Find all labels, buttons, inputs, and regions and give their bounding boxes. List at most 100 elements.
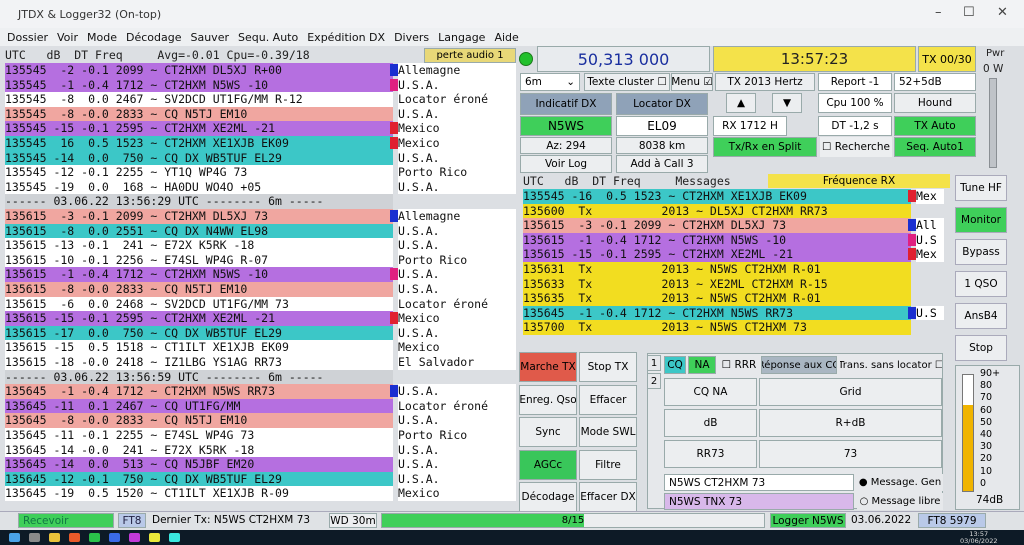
- logger-icon[interactable]: [169, 533, 180, 542]
- cq-na-button[interactable]: CQ NA: [664, 378, 757, 406]
- menu-expedition-dx[interactable]: Expédition DX: [307, 31, 385, 44]
- band-select[interactable]: 6m ⌄: [520, 73, 580, 91]
- one-qso-button[interactable]: 1 QSO: [955, 271, 1007, 297]
- decode-row[interactable]: 135545 -12 -0.1 2255 ~ YT1Q WP4G 73: [5, 165, 393, 180]
- tx-rx-split-button[interactable]: Tx/Rx en Split: [713, 137, 817, 157]
- message-libre-radio[interactable]: ○ Message libre: [857, 493, 943, 510]
- menu-checkbox[interactable]: Menu ☑: [671, 73, 713, 91]
- decode-row[interactable]: ------ 03.06.22 13:56:59 UTC -------- 6m…: [5, 369, 393, 385]
- cpu-spinbox[interactable]: Cpu 100 %: [818, 93, 892, 113]
- mode-swl-button[interactable]: Mode SWL: [579, 417, 637, 447]
- tune-hf-button[interactable]: Tune HF: [955, 175, 1007, 201]
- decode-row[interactable]: 135615 -17 0.0 750 ~ CQ DX WB5TUF EL29: [5, 325, 393, 341]
- jtdx-icon[interactable]: [149, 533, 160, 542]
- rx-message-row[interactable]: 135633 Tx 2013 ~ XE2ML CT2HXM R-15: [523, 276, 911, 292]
- filtre-button[interactable]: Filtre: [579, 449, 637, 480]
- hound-button[interactable]: Hound: [894, 93, 976, 113]
- app-icon[interactable]: [89, 533, 100, 542]
- decode-row[interactable]: 135645 -8 -0.0 2833 ~ CQ N5TJ EM10: [5, 413, 393, 428]
- rr73-button[interactable]: RR73: [664, 440, 757, 468]
- sync-button[interactable]: Sync: [519, 417, 577, 447]
- pwr-slider[interactable]: [989, 78, 997, 168]
- decode-row[interactable]: 135615 -3 -0.1 2099 ~ CT2HXM DL5XJ 73: [5, 209, 393, 224]
- report-spinbox[interactable]: Report -1: [818, 73, 892, 91]
- decode-row[interactable]: ------ 03.06.22 13:56:29 UTC -------- 6m…: [5, 194, 393, 209]
- marche-tx-button[interactable]: Marche TX: [519, 352, 577, 382]
- effacer-button[interactable]: Effacer: [579, 384, 637, 415]
- r-db-button[interactable]: R+dB: [759, 409, 942, 437]
- decodage-button[interactable]: Décodage: [519, 482, 577, 512]
- decode-row[interactable]: 135645 -12 -0.1 750 ~ CQ DX WB5TUF EL29: [5, 471, 393, 487]
- db-button[interactable]: dB: [664, 409, 757, 437]
- tab-1[interactable]: 1: [647, 355, 661, 371]
- stop-button[interactable]: Stop: [955, 335, 1007, 361]
- decode-row[interactable]: 135545 -8 -0.0 2833 ~ CQ N5TJ EM10: [5, 106, 393, 122]
- enreg-qso-button[interactable]: Enreg. Qso: [519, 384, 577, 415]
- message-gen-field[interactable]: N5WS CT2HXM 73: [664, 474, 854, 491]
- cq-region-field[interactable]: NA: [688, 356, 716, 374]
- message-libre-field[interactable]: N5WS TNX 73: [664, 493, 854, 510]
- menu-mode[interactable]: Mode: [87, 31, 117, 44]
- dx-call-field[interactable]: N5WS: [520, 116, 612, 136]
- tx-auto-button[interactable]: TX Auto: [894, 116, 976, 136]
- menu-dossier[interactable]: Dossier: [7, 31, 48, 44]
- down-arrow-button[interactable]: ▼: [772, 93, 802, 113]
- decode-row[interactable]: 135615 -15 -0.1 2595 ~ CT2HXM XE2ML -21: [5, 311, 393, 326]
- menu-sequ-auto[interactable]: Sequ. Auto: [238, 31, 298, 44]
- mail-icon[interactable]: [109, 533, 120, 542]
- dt-spinbox[interactable]: DT -1,2 s: [818, 116, 892, 136]
- decode-row[interactable]: 135615 -6 0.0 2468 ~ SV2DCD UT1FG/MM 73: [5, 296, 393, 312]
- decode-row[interactable]: 135615 -1 -0.4 1712 ~ CT2HXM N5WS -10: [5, 267, 393, 282]
- tx-hertz-spinbox[interactable]: TX 2013 Hertz: [715, 73, 815, 91]
- decode-row[interactable]: 135645 -11 0.1 2467 ~ CQ UT1FG/MM: [5, 398, 393, 414]
- close-button[interactable]: ✕: [997, 5, 1008, 20]
- menu-aide[interactable]: Aide: [494, 31, 518, 44]
- rx-message-row[interactable]: 135545 -16 0.5 1523 ~ CT2HXM XE1XJB EK09: [523, 189, 911, 204]
- stop-tx-button[interactable]: Stop TX: [579, 352, 637, 382]
- add-call-button[interactable]: Add à Call 3: [616, 155, 708, 173]
- rx-message-row[interactable]: 135615 -3 -0.1 2099 ~ CT2HXM DL5XJ 73: [523, 218, 911, 233]
- folder-icon[interactable]: [49, 533, 60, 542]
- ansb4-button[interactable]: AnsB4: [955, 303, 1007, 329]
- rx-message-row[interactable]: 135615 -1 -0.4 1712 ~ CT2HXM N5WS -10: [523, 232, 911, 248]
- decode-row[interactable]: 135645 -11 -0.1 2255 ~ E74SL WP4G 73: [5, 428, 393, 443]
- decode-row[interactable]: 135615 -10 -0.1 2256 ~ E74SL WP4G R-07: [5, 252, 393, 268]
- texte-cluster-checkbox[interactable]: Texte cluster ☐: [584, 73, 670, 91]
- decode-row[interactable]: 135545 -1 -0.4 1712 ~ CT2HXM N5WS -10: [5, 77, 393, 93]
- decode-row[interactable]: 135615 -8 0.0 2551 ~ CQ DX N4WW EL98: [5, 223, 393, 239]
- decode-row[interactable]: 135615 -15 0.5 1518 ~ CT1ILT XE1XJB EK09: [5, 340, 393, 355]
- browser-icon[interactable]: [69, 533, 80, 542]
- rx-message-row[interactable]: 135635 Tx 2013 ~ N5WS CT2HXM R-01: [523, 291, 911, 306]
- rx-message-row[interactable]: 135631 Tx 2013 ~ N5WS CT2HXM R-01: [523, 262, 911, 277]
- tab-2[interactable]: 2: [647, 373, 661, 389]
- menu-sauver[interactable]: Sauver: [190, 31, 229, 44]
- decode-row[interactable]: 135645 -19 0.5 1520 ~ CT1ILT XE1XJB R-09: [5, 486, 393, 501]
- menu-langage[interactable]: Langage: [438, 31, 485, 44]
- bypass-button[interactable]: Bypass: [955, 239, 1007, 265]
- rx-message-row[interactable]: 135600 Tx 2013 ~ DL5XJ CT2HXM RR73: [523, 203, 911, 219]
- rrr-checkbox[interactable]: ☐ RRR: [719, 356, 759, 374]
- decode-row[interactable]: 135645 -14 -0.0 241 ~ E72X K5RK -18: [5, 442, 393, 458]
- recherche-checkbox[interactable]: ☐ Recherche: [820, 137, 892, 157]
- grid-button[interactable]: Grid: [759, 378, 942, 406]
- decode-row[interactable]: 135645 -14 0.0 513 ~ CQ N5JBF EM20: [5, 457, 393, 472]
- effacer-dx-button[interactable]: Effacer DX: [579, 482, 637, 512]
- decode-row[interactable]: 135545 -19 0.0 168 ~ HA0DU WO4O +05: [5, 179, 393, 195]
- rx-freq-spinbox[interactable]: RX 1712 H: [713, 116, 787, 136]
- decode-row[interactable]: 135645 -1 -0.4 1712 ~ CT2HXM N5WS RR73: [5, 384, 393, 399]
- decode-row[interactable]: 135545 -8 0.0 2467 ~ SV2DCD UT1FG/MM R-1…: [5, 92, 393, 107]
- decode-row[interactable]: 135545 16 0.5 1523 ~ CT2HXM XE1XJB EK09: [5, 136, 393, 151]
- rx-message-row[interactable]: 135645 -1 -0.4 1712 ~ CT2HXM N5WS RR73: [523, 305, 911, 321]
- message-gen-radio[interactable]: ● Message. Gen: [857, 474, 943, 491]
- agcc-button[interactable]: AGCc: [519, 449, 577, 480]
- monitor-button[interactable]: Monitor: [955, 207, 1007, 233]
- start-icon[interactable]: [9, 533, 20, 542]
- minimize-button[interactable]: –: [935, 5, 942, 20]
- decode-row[interactable]: 135545 -15 -0.1 2595 ~ CT2HXM XE2ML -21: [5, 121, 393, 136]
- voir-log-button[interactable]: Voir Log: [520, 155, 612, 173]
- search-icon[interactable]: [29, 533, 40, 542]
- menu-divers[interactable]: Divers: [394, 31, 429, 44]
- decode-row[interactable]: 135545 -14 0.0 750 ~ CQ DX WB5TUF EL29: [5, 150, 393, 166]
- decode-row[interactable]: 135615 -13 -0.1 241 ~ E72X K5RK -18: [5, 238, 393, 253]
- rx-message-row[interactable]: 135700 Tx 2013 ~ N5WS CT2HXM 73: [523, 320, 911, 335]
